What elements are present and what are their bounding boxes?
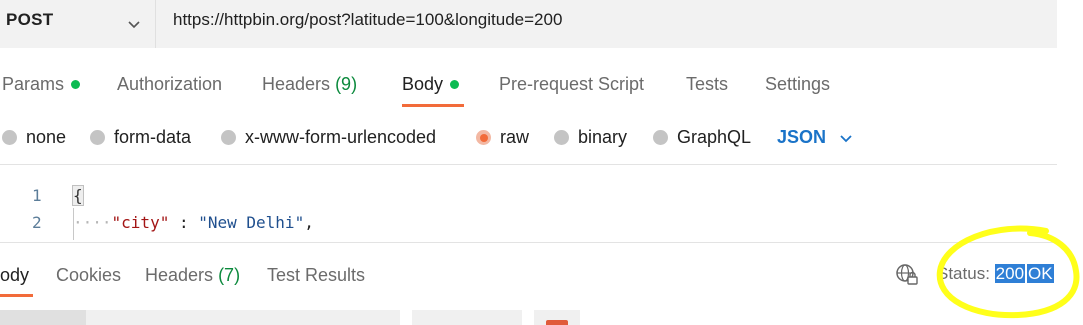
tab-params-label: Params	[2, 74, 65, 94]
radio-binary-label: binary	[578, 127, 628, 147]
response-tab-headers-count: (7)	[218, 265, 241, 285]
request-url-bar: POST https://httpbin.org/post?latitude=1…	[0, 0, 1057, 48]
indent-guide	[73, 208, 74, 240]
indent-dots: ····	[73, 213, 112, 232]
params-indicator-dot	[71, 79, 81, 89]
body-indicator-dot	[450, 79, 460, 89]
response-toolbar-segment	[0, 310, 400, 325]
line-number: 1	[32, 186, 42, 205]
chevron-down-icon	[128, 21, 140, 29]
response-tab-headers[interactable]: Headers (7)	[145, 265, 240, 286]
radio-circle-icon	[653, 130, 668, 145]
method-dropdown[interactable]: POST	[0, 0, 156, 48]
radio-circle-icon	[221, 130, 236, 145]
open-brace: {	[72, 185, 84, 206]
tab-pre-request-script[interactable]: Pre-request Script	[499, 74, 644, 95]
code-editor[interactable]: 1 { 2 ····"city" : "New Delhi",	[0, 180, 1057, 242]
response-toolbar-icon	[546, 320, 568, 325]
divider	[0, 242, 1057, 243]
response-tab-cookies[interactable]: Cookies	[56, 265, 121, 286]
json-key: "city"	[111, 213, 170, 232]
body-type-options: none form-data x-www-form-urlencoded raw…	[0, 122, 1083, 154]
response-tab-headers-label: Headers	[145, 265, 214, 285]
line-number: 2	[32, 213, 42, 232]
chevron-down-icon	[840, 134, 852, 142]
tab-headers-count: (9)	[335, 74, 358, 94]
radio-circle-icon	[2, 130, 17, 145]
code-line-1: {	[72, 185, 84, 206]
radio-form-data[interactable]: form-data	[90, 127, 191, 148]
tab-tests[interactable]: Tests	[686, 74, 728, 95]
code-line-2: ····"city" : "New Delhi",	[73, 213, 314, 232]
tab-authorization[interactable]: Authorization	[117, 74, 222, 95]
radio-graphql-label: GraphQL	[677, 127, 752, 147]
tab-headers[interactable]: Headers (9)	[262, 74, 357, 95]
radio-urlencoded-label: x-www-form-urlencoded	[245, 127, 437, 147]
radio-circle-icon	[90, 130, 105, 145]
active-response-tab-underline	[0, 294, 33, 297]
tab-settings[interactable]: Settings	[765, 74, 830, 95]
json-trailing-comma: ,	[304, 213, 314, 232]
json-value: "New Delhi"	[198, 213, 305, 232]
response-toolbar-active-segment	[0, 310, 86, 325]
response-tab-test-results[interactable]: Test Results	[267, 265, 365, 286]
tab-body[interactable]: Body	[402, 74, 460, 95]
radio-selected-icon	[476, 130, 491, 145]
request-tabs: Params Authorization Headers (9) Body Pr…	[0, 70, 1083, 110]
radio-binary[interactable]: binary	[554, 127, 627, 148]
response-tab-body[interactable]: ody	[0, 265, 29, 286]
tab-body-label: Body	[402, 74, 444, 94]
tab-params[interactable]: Params	[2, 74, 81, 95]
active-tab-underline	[402, 104, 464, 107]
response-toolbar-segment	[412, 310, 522, 325]
radio-raw-label: raw	[500, 127, 530, 147]
radio-x-www-form-urlencoded[interactable]: x-www-form-urlencoded	[221, 127, 436, 148]
tab-headers-label: Headers	[262, 74, 331, 94]
yellow-annotation-circle	[936, 225, 1080, 319]
globe-lock-icon[interactable]	[895, 263, 919, 287]
radio-form-data-label: form-data	[114, 127, 192, 147]
divider	[0, 164, 1057, 165]
response-tabs: ody Cookies Headers (7) Test Results	[0, 262, 900, 292]
radio-raw[interactable]: raw	[476, 127, 529, 148]
format-label: JSON	[777, 127, 827, 147]
json-separator: :	[169, 213, 199, 232]
format-dropdown[interactable]: JSON	[777, 127, 853, 148]
method-label: POST	[6, 10, 54, 29]
radio-none-label: none	[26, 127, 67, 147]
url-input[interactable]: https://httpbin.org/post?latitude=100&lo…	[173, 10, 562, 30]
radio-none[interactable]: none	[2, 127, 66, 148]
radio-circle-icon	[554, 130, 569, 145]
radio-graphql[interactable]: GraphQL	[653, 127, 751, 148]
